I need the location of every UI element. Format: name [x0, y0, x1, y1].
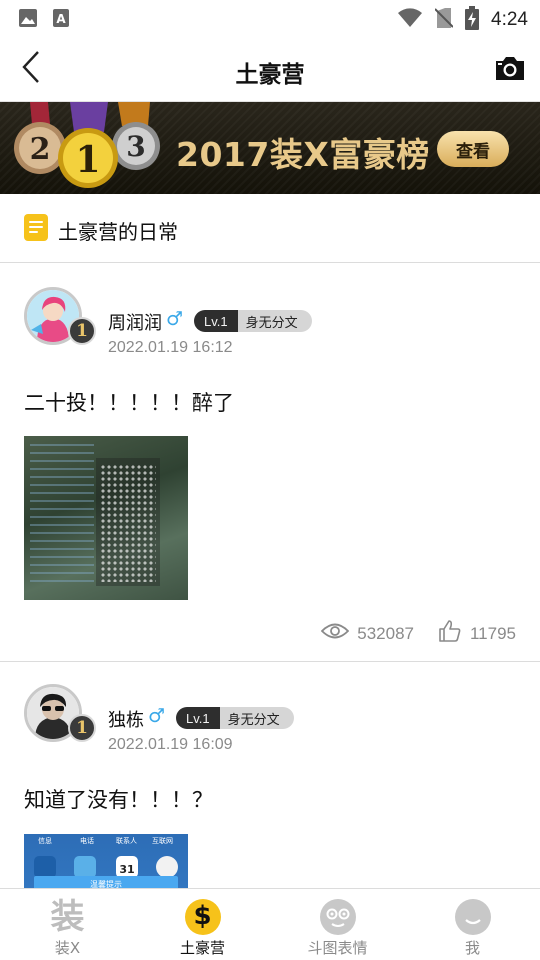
text-notification-icon: A — [52, 8, 70, 32]
image-label: 电话 — [80, 837, 94, 845]
like-button[interactable]: 11795 — [438, 619, 516, 648]
views-count: 532087 — [357, 623, 414, 643]
nav-label: 装X — [54, 939, 81, 957]
level-badge: Lv.1 身无分文 — [194, 310, 312, 332]
thumbs-up-icon — [438, 619, 462, 648]
post-time: 2022.01.19 16:12 — [108, 339, 233, 356]
nav-item-me[interactable]: 我 — [405, 889, 540, 960]
post-card: 1 独栋 ♂ Lv.1 身无分文 2022.01.19 16:09 知道了没有！… — [0, 662, 540, 888]
rank-title: 身无分文 — [219, 707, 294, 729]
app-bar: 土豪营 — [0, 36, 540, 102]
post-image[interactable] — [24, 436, 188, 600]
user-avatar[interactable]: 1 — [24, 684, 96, 746]
post-time: 2022.01.19 16:09 — [108, 736, 233, 753]
battery-charging-icon — [465, 6, 480, 34]
nav-label: 斗图表情 — [307, 939, 368, 957]
image-label: 联系人 — [116, 837, 137, 845]
notes-icon — [24, 214, 48, 241]
eye-icon — [320, 622, 350, 645]
level-label: Lv.1 — [194, 310, 238, 332]
nav-item-tuhaoying[interactable]: $ 土豪营 — [135, 889, 270, 960]
emoji-face-icon — [318, 897, 358, 937]
rank-title: 身无分文 — [237, 310, 312, 332]
medals-icon: 2 3 1 — [14, 102, 160, 188]
calendar-app-icon: 31 — [116, 856, 138, 878]
post-image[interactable]: 信息 电话 联系人 互联网 31 温馨提示 — [24, 834, 188, 888]
level-label: Lv.1 — [176, 707, 220, 729]
phone-screenshot-image: 信息 电话 联系人 互联网 31 温馨提示 — [24, 834, 188, 888]
page-title: 土豪营 — [235, 62, 305, 88]
level-badge: Lv.1 身无分文 — [176, 707, 294, 729]
clock-app-icon — [156, 856, 178, 878]
view-button[interactable]: 查看 — [437, 131, 509, 167]
post-card: 1 周润润 ♂ Lv.1 身无分文 2022.01.19 16:12 二十投！！… — [0, 263, 540, 661]
banner-title: 2017装X富豪榜 — [176, 135, 430, 174]
section-header: 土豪营的日常 — [0, 194, 540, 263]
male-icon: ♂ — [148, 705, 166, 727]
likes-count: 11795 — [469, 623, 516, 643]
nav-item-doutu[interactable]: 斗图表情 — [270, 889, 405, 960]
post-stats: 532087 11795 — [320, 619, 516, 648]
no-sim-icon — [434, 7, 454, 33]
username[interactable]: 独栋 — [108, 706, 144, 732]
zhuang-icon: 装 — [50, 897, 85, 937]
settings-gear-icon — [34, 856, 56, 878]
section-title: 土豪营的日常 — [58, 220, 178, 244]
profile-icon — [453, 897, 493, 937]
status-bar: A 4:24 — [0, 0, 540, 36]
game-screenshot-image — [24, 436, 188, 600]
image-label: 互联网 — [152, 837, 173, 845]
medal-second-label: 2 — [30, 132, 51, 167]
bottom-nav: 装 装X $ 土豪营 斗图表情 我 — [0, 888, 540, 960]
status-time: 4:24 — [491, 9, 528, 30]
rich-list-banner[interactable]: 2 3 1 2017装X富豪榜 查看 — [0, 102, 540, 194]
username[interactable]: 周润润 — [108, 309, 162, 335]
svg-text:A: A — [56, 12, 66, 26]
post-text: 知道了没有！！！？ — [24, 788, 213, 812]
camera-app-icon — [74, 856, 96, 878]
nav-item-zhuangx[interactable]: 装 装X — [0, 889, 135, 960]
camera-icon — [494, 57, 526, 86]
wifi-icon — [397, 7, 423, 33]
image-label: 信息 — [38, 837, 52, 845]
nav-label: 土豪营 — [179, 939, 225, 957]
gallery-notification-icon — [18, 8, 38, 32]
camera-button[interactable] — [494, 54, 526, 82]
medal-third-label: 3 — [126, 130, 145, 163]
rank-badge: 1 — [68, 317, 96, 345]
nav-label: 我 — [464, 939, 480, 957]
dollar-icon: $ — [183, 897, 223, 937]
views-stat: 532087 — [320, 622, 414, 645]
image-toast: 温馨提示 — [34, 876, 178, 888]
male-icon: ♂ — [166, 308, 184, 330]
post-text: 二十投！！！！！醉了 — [24, 391, 234, 415]
medal-first-label: 1 — [75, 139, 100, 181]
user-avatar[interactable]: 1 — [24, 287, 96, 349]
rank-badge: 1 — [68, 714, 96, 742]
